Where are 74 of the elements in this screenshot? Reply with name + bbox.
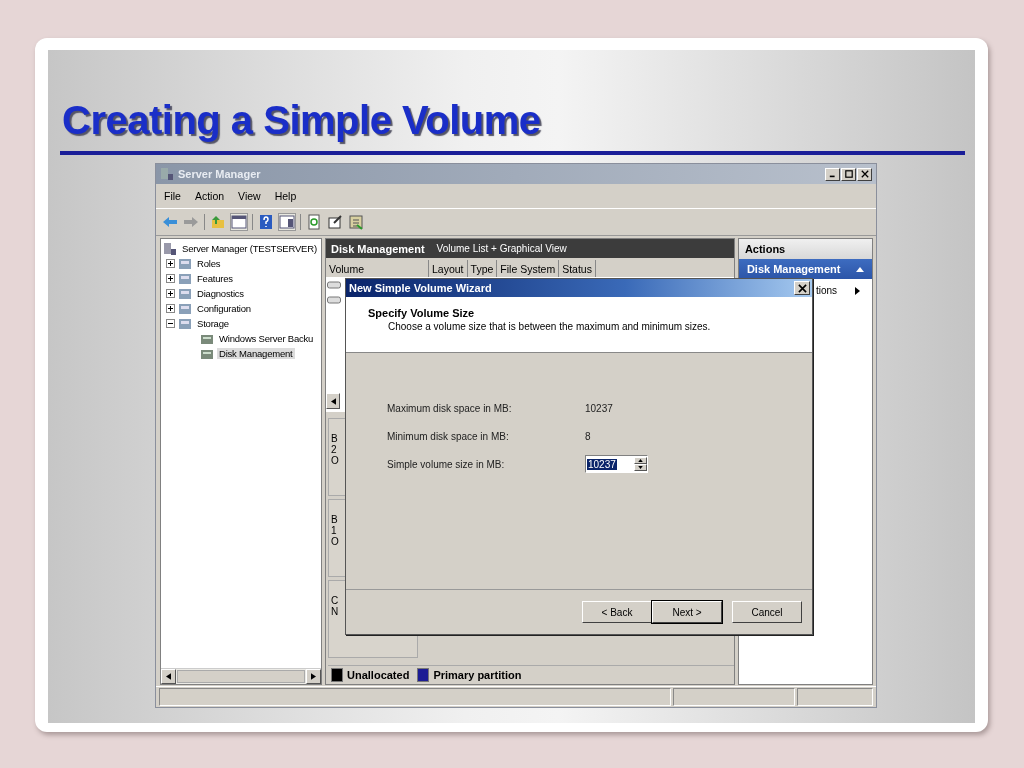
pane-subtitle: Volume List + Graphical View	[436, 243, 567, 254]
help-icon[interactable]	[258, 214, 274, 230]
node-icon	[178, 301, 192, 316]
pane-icon[interactable]	[279, 214, 295, 230]
expander-icon[interactable]	[166, 259, 175, 268]
window-title: Server Manager	[178, 168, 262, 180]
expander-icon[interactable]	[166, 274, 175, 283]
collapse-arrow-icon	[856, 266, 864, 272]
actions-section-header[interactable]: Disk Management	[738, 259, 872, 279]
dialog-button[interactable]: Cancel	[732, 601, 802, 623]
menu-item[interactable]: File	[164, 190, 181, 202]
tree-item[interactable]: Disk Management	[217, 348, 295, 359]
minimize-button[interactable]	[825, 167, 840, 181]
step-description: Choose a volume size that is between the maximum and minimum sizes.	[387, 321, 712, 332]
disk-label-text: 1	[331, 525, 337, 536]
expander-icon[interactable]	[166, 289, 175, 298]
size-spinner-field[interactable]: 10237	[585, 455, 648, 473]
node-icon	[178, 256, 192, 271]
node-icon	[178, 316, 192, 331]
close-button[interactable]	[857, 167, 872, 181]
properties-icon[interactable]	[327, 214, 343, 230]
node-icon	[178, 271, 192, 286]
actions-link[interactable]: tions	[815, 285, 837, 296]
server-icon	[163, 241, 177, 256]
field-label: Simple volume size in MB:	[387, 458, 506, 470]
tree-item[interactable]: Diagnostics	[195, 288, 246, 299]
tree-item[interactable]: Features	[195, 273, 235, 284]
expander-icon[interactable]	[166, 304, 175, 313]
node-icon	[178, 286, 192, 301]
right-arrow-icon	[311, 673, 316, 680]
disk-label-text: B	[331, 433, 338, 444]
disk-label-text: O	[331, 536, 339, 547]
server-icon	[160, 167, 174, 181]
field-value: 10237	[585, 402, 613, 414]
maximize-button[interactable]	[841, 167, 856, 181]
maximize-icon	[844, 170, 853, 178]
submenu-arrow-icon	[855, 286, 860, 295]
up-arrow-icon	[638, 459, 643, 462]
pane-icon[interactable]	[231, 214, 247, 230]
field-label: Maximum disk space in MB:	[387, 402, 513, 414]
left-arrow-icon	[330, 397, 336, 405]
expander-icon[interactable]	[166, 319, 175, 328]
scroll-bar[interactable]	[161, 668, 321, 684]
tree-item[interactable]: Server Manager (TESTSERVER)	[180, 243, 319, 254]
disk-label-text: N	[331, 606, 339, 617]
down-arrow-icon	[638, 466, 643, 469]
left-arrow-icon	[166, 673, 171, 680]
menu-item[interactable]: Action	[194, 190, 225, 202]
menu-item[interactable]: Help	[274, 190, 297, 202]
dialog-button[interactable]: < Back	[582, 601, 652, 623]
legend-label: Unallocated	[347, 669, 410, 681]
disk-label-text: C	[331, 595, 339, 606]
refresh-icon[interactable]	[306, 214, 322, 230]
tree-item[interactable]: Roles	[195, 258, 223, 269]
disk-label-text: O	[331, 455, 339, 466]
close-icon	[797, 283, 807, 293]
close-button[interactable]	[794, 281, 810, 295]
disk-label-text: B	[331, 514, 338, 525]
pane-title: Disk Management	[331, 242, 425, 255]
close-icon	[860, 170, 869, 178]
step-heading: Specify Volume Size	[368, 307, 476, 319]
tree-item[interactable]: Storage	[195, 318, 231, 329]
menu-item[interactable]: View	[238, 190, 261, 202]
field-label: Minimum disk space in MB:	[387, 430, 510, 442]
tree-item[interactable]: Windows Server Backu	[217, 333, 316, 344]
tree-item[interactable]: Configuration	[195, 303, 253, 314]
actions-title: Actions	[738, 239, 872, 259]
legend-label: Primary partition	[433, 669, 522, 681]
dialog-button[interactable]: Next >	[652, 601, 722, 623]
dialog-title: New Simple Volume Wizard	[349, 282, 492, 294]
scroll-left-button[interactable]	[326, 393, 340, 409]
slide-title: Creating a Simple Volume	[62, 98, 541, 143]
field-value: 8	[585, 430, 591, 442]
disk-label-text: 2	[331, 444, 337, 455]
